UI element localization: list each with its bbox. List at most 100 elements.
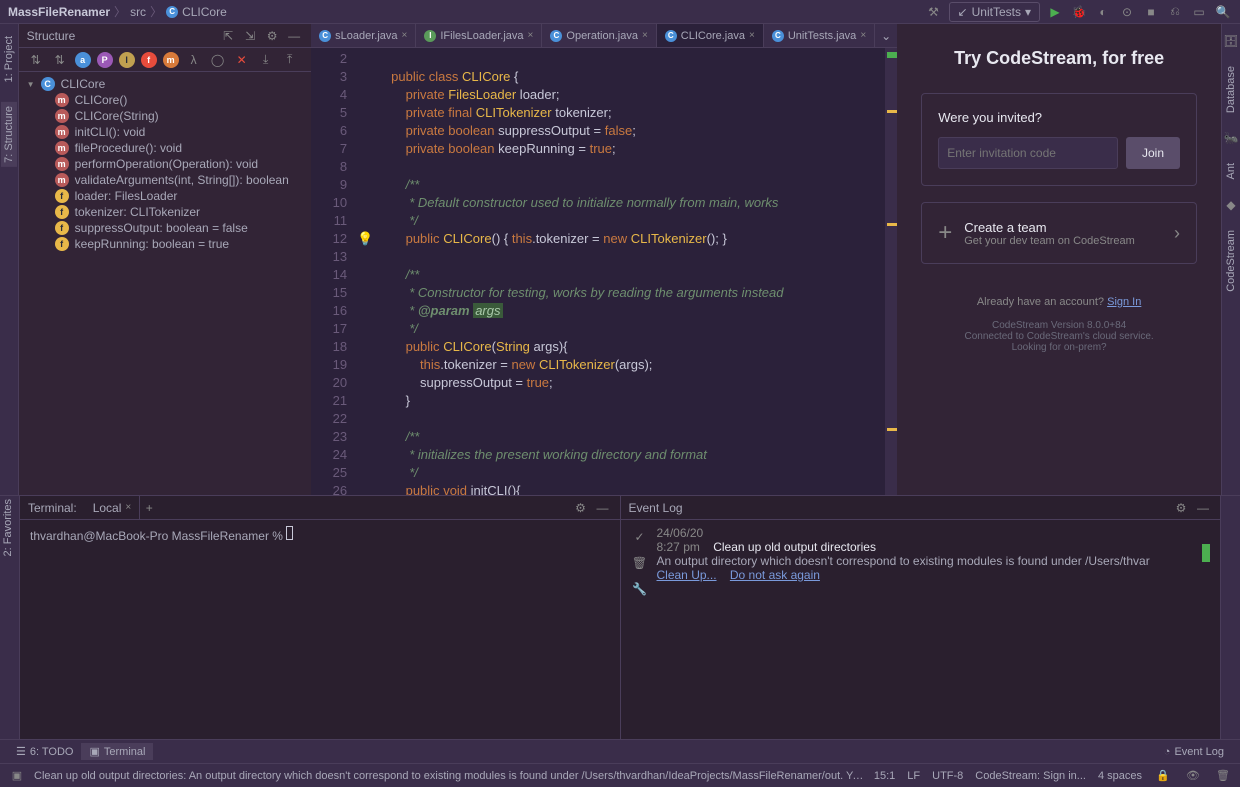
footer-tab-todo[interactable]: ☰ 6: TODO <box>8 743 81 760</box>
inspect-icon[interactable]: 👁 <box>1184 767 1202 785</box>
encoding[interactable]: UTF-8 <box>932 770 963 782</box>
filter-x-icon[interactable]: ✕ <box>233 51 251 69</box>
tree-item[interactable]: fkeepRunning: boolean = true <box>27 236 304 252</box>
hammer-icon[interactable]: ⚒ <box>925 3 943 21</box>
breadcrumb-sep-icon: 〉 <box>150 3 162 20</box>
memory-icon[interactable]: 🗑 <box>1214 767 1232 785</box>
line-ending[interactable]: LF <box>907 770 920 782</box>
method-icon: m <box>55 93 69 107</box>
search-icon[interactable]: 🔍 <box>1214 3 1232 21</box>
cs-icon[interactable]: ◆ <box>1222 196 1240 214</box>
db-icon[interactable]: 🗄 <box>1222 32 1240 50</box>
editor-tab[interactable]: CUnitTests.java× <box>764 24 875 47</box>
footer-tab-eventlog[interactable]: ◔ Event Log <box>1156 744 1232 760</box>
filter-a-icon[interactable]: a <box>75 52 91 68</box>
close-icon[interactable]: × <box>125 502 131 513</box>
tree-item[interactable]: ftokenizer: CLITokenizer <box>27 204 304 220</box>
create-team-button[interactable]: + Create a team Get your dev team on Cod… <box>938 219 1180 247</box>
filter-i-icon[interactable]: I <box>119 52 135 68</box>
toolwindow-icon[interactable]: ▣ <box>8 767 26 785</box>
tabs-overflow-icon[interactable]: ⌄ <box>875 29 897 43</box>
gear-icon[interactable]: ⚙ <box>1172 499 1190 517</box>
lambda-icon[interactable]: λ <box>185 51 203 69</box>
breadcrumb-file[interactable]: CLICore <box>182 5 227 19</box>
expand-icon[interactable]: ⇱ <box>219 27 237 45</box>
tree-item[interactable]: mCLICore() <box>27 92 304 108</box>
close-icon[interactable]: × <box>860 30 866 41</box>
sidebar-tab-ant[interactable]: Ant <box>1223 159 1239 184</box>
tree-item[interactable]: m fileProcedure(): void <box>27 140 304 156</box>
close-icon[interactable]: × <box>642 30 648 41</box>
close-icon[interactable]: × <box>528 30 534 41</box>
invitation-code-input[interactable] <box>938 137 1118 169</box>
lock-icon[interactable]: 🔒 <box>1154 767 1172 785</box>
filter-m-icon[interactable]: m <box>163 52 179 68</box>
add-terminal-icon[interactable]: + <box>140 499 158 517</box>
sort-vis-icon[interactable]: ⇅ <box>51 51 69 69</box>
tree-item-label: performOperation(Operation): void <box>75 157 258 171</box>
cursor-position[interactable]: 15:1 <box>874 770 895 782</box>
sidebar-tab-database[interactable]: Database <box>1223 62 1239 117</box>
trash-icon[interactable]: 🗑 <box>631 554 649 572</box>
project-name[interactable]: MassFileRenamer <box>8 5 110 19</box>
tree-item[interactable]: mvalidateArguments(int, String[]): boole… <box>27 172 304 188</box>
anon-icon[interactable]: ◯ <box>209 51 227 69</box>
join-button[interactable]: Join <box>1126 137 1180 169</box>
editor-tab[interactable]: CsLoader.java× <box>311 24 416 47</box>
tree-root[interactable]: ▼ C CLICore <box>27 76 304 92</box>
stop-icon[interactable]: ■ <box>1142 3 1160 21</box>
field-icon: f <box>55 205 69 219</box>
gear-icon[interactable]: ⚙ <box>263 27 281 45</box>
footer-tab-terminal[interactable]: ▣ Terminal <box>81 743 153 760</box>
git-icon[interactable]: ⎌ <box>1166 3 1184 21</box>
run-icon[interactable]: ▶ <box>1046 3 1064 21</box>
collapse-icon[interactable]: ⇲ <box>241 27 259 45</box>
dontask-link[interactable]: Do not ask again <box>730 568 820 582</box>
terminal-tab-local[interactable]: Local × <box>85 496 141 519</box>
hide-icon[interactable]: — <box>594 499 612 517</box>
terminal-title: Terminal: <box>28 501 77 515</box>
editor-tab[interactable]: COperation.java× <box>542 24 656 47</box>
sidebar-tab-favorites[interactable]: 2: Favorites <box>0 495 20 560</box>
onprem-link[interactable]: Looking for on-prem? <box>1012 342 1107 353</box>
terminal-output[interactable]: thvardhan@MacBook-Pro MassFileRenamer % <box>20 520 620 739</box>
field-icon: f <box>55 237 69 251</box>
ant-icon[interactable]: 🐜 <box>1222 129 1240 147</box>
method-icon: m <box>55 141 69 155</box>
run-config-selector[interactable]: ↙ UnitTests ▾ <box>949 2 1040 22</box>
filter-p-icon[interactable]: P <box>97 52 113 68</box>
indent-setting[interactable]: 4 spaces <box>1098 770 1142 782</box>
sidebar-tab-structure[interactable]: 7: Structure <box>1 102 17 167</box>
breadcrumb-src[interactable]: src <box>130 5 146 19</box>
tree-item[interactable]: floader: FilesLoader <box>27 188 304 204</box>
tree-item-label: fileProcedure(): void <box>75 141 182 155</box>
tree-item[interactable]: minitCLI(): void <box>27 124 304 140</box>
coverage-icon[interactable]: ◐ <box>1094 3 1112 21</box>
sort-alpha-icon[interactable]: ⇅ <box>27 51 45 69</box>
sidebar-tab-codestream[interactable]: CodeStream <box>1223 226 1239 296</box>
editor-tab[interactable]: IIFilesLoader.java× <box>416 24 542 47</box>
signin-link[interactable]: Sign In <box>1107 296 1141 308</box>
editor-tab[interactable]: CCLICore.java× <box>657 24 764 47</box>
wrench-icon[interactable]: 🔧 <box>631 580 649 598</box>
event-title: Clean up old output directories <box>713 540 876 554</box>
debug-icon[interactable]: 🐞 <box>1070 3 1088 21</box>
scroll-from-icon[interactable]: ⤒ <box>281 51 299 69</box>
close-icon[interactable]: × <box>749 30 755 41</box>
scroll-to-icon[interactable]: ⤓ <box>257 51 275 69</box>
profile-icon[interactable]: ⊙ <box>1118 3 1136 21</box>
gear-icon[interactable]: ⚙ <box>572 499 590 517</box>
cleanup-link[interactable]: Clean Up... <box>657 568 717 582</box>
version-label: CodeStream Version 8.0.0+84 <box>964 320 1153 331</box>
tree-item[interactable]: mCLICore(String) <box>27 108 304 124</box>
filter-f-icon[interactable]: f <box>141 52 157 68</box>
hide-icon[interactable]: — <box>1194 499 1212 517</box>
codestream-status[interactable]: CodeStream: Sign in... <box>975 770 1086 782</box>
tree-item[interactable]: fsuppressOutput: boolean = false <box>27 220 304 236</box>
hide-icon[interactable]: — <box>285 27 303 45</box>
mark-read-icon[interactable]: ✓ <box>631 528 649 546</box>
sidebar-tab-project[interactable]: 1: Project <box>1 32 17 86</box>
layout-icon[interactable]: ▭ <box>1190 3 1208 21</box>
tree-item[interactable]: mperformOperation(Operation): void <box>27 156 304 172</box>
close-icon[interactable]: × <box>402 30 408 41</box>
